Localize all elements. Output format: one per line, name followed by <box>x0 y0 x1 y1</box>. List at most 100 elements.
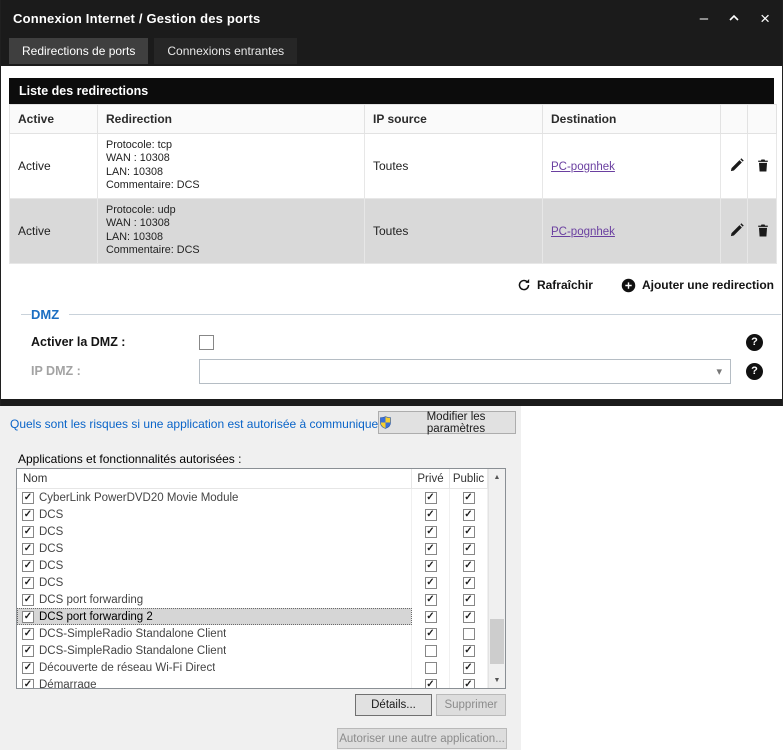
close-icon[interactable]: × <box>760 10 770 27</box>
app-name: CyberLink PowerDVD20 Movie Module <box>39 491 239 504</box>
minimize-icon[interactable]: – <box>700 11 708 26</box>
col-nom[interactable]: Nom <box>17 469 412 488</box>
public-cell <box>450 506 488 523</box>
pencil-icon <box>730 158 744 172</box>
app-name-cell[interactable]: DCS <box>17 523 412 540</box>
public-checkbox[interactable] <box>462 678 475 688</box>
app-checkbox[interactable] <box>22 661 34 674</box>
router-window: Connexion Internet / Gestion des ports –… <box>0 0 783 406</box>
dmz-ip-combobox[interactable]: ▾ <box>199 358 731 384</box>
add-redirection-button[interactable]: Ajouter une redirection <box>621 278 774 293</box>
refresh-icon <box>517 278 531 292</box>
details-button[interactable]: Détails... <box>355 694 432 716</box>
col-public[interactable]: Public <box>450 469 488 488</box>
public-checkbox[interactable] <box>462 644 475 657</box>
dmz-legend: DMZ <box>31 306 60 322</box>
app-row[interactable]: Démarrage <box>17 676 488 688</box>
dmz-enable-checkbox[interactable] <box>199 334 214 350</box>
app-row[interactable]: CyberLink PowerDVD20 Movie Module <box>17 489 488 506</box>
app-name-cell[interactable]: DCS-SimpleRadio Standalone Client <box>17 642 412 659</box>
refresh-button[interactable]: Rafraîchir <box>517 278 593 293</box>
app-checkbox[interactable] <box>22 508 34 521</box>
scroll-down-icon[interactable]: ▼ <box>489 672 505 688</box>
tab-redirections-de-ports[interactable]: Redirections de ports <box>9 38 149 64</box>
public-checkbox[interactable] <box>462 508 475 521</box>
app-checkbox[interactable] <box>22 593 34 606</box>
app-checkbox[interactable] <box>22 491 34 504</box>
app-row[interactable]: Découverte de réseau Wi-Fi Direct <box>17 659 488 676</box>
scroll-up-icon[interactable]: ▲ <box>489 469 505 485</box>
app-name-cell[interactable]: Démarrage <box>17 676 412 688</box>
app-name-cell[interactable]: DCS port forwarding 2 <box>17 608 412 625</box>
app-checkbox[interactable] <box>22 542 34 555</box>
allow-other-app-button[interactable]: Autoriser une autre application... <box>337 728 507 749</box>
app-checkbox[interactable] <box>22 644 34 657</box>
private-checkbox[interactable] <box>424 559 437 572</box>
app-row[interactable]: DCS port forwarding <box>17 591 488 608</box>
app-name-cell[interactable]: CyberLink PowerDVD20 Movie Module <box>17 489 412 506</box>
app-row[interactable]: DCS port forwarding 2 <box>17 608 488 625</box>
edit-button[interactable] <box>720 197 748 264</box>
private-checkbox[interactable] <box>424 627 437 640</box>
public-checkbox[interactable] <box>462 542 475 555</box>
help-icon[interactable]: ? <box>746 362 763 380</box>
col-prive[interactable]: Privé <box>412 469 450 488</box>
app-name-cell[interactable]: DCS-SimpleRadio Standalone Client <box>17 625 412 642</box>
app-name-cell[interactable]: DCS <box>17 574 412 591</box>
app-checkbox[interactable] <box>22 576 34 589</box>
remove-button[interactable]: Supprimer <box>436 694 506 716</box>
app-checkbox[interactable] <box>22 678 34 688</box>
dmz-enable-row: Activer la DMZ : ? <box>31 333 771 351</box>
app-row[interactable]: DCS <box>17 557 488 574</box>
maximize-icon[interactable] <box>728 12 740 24</box>
scrollbar-thumb[interactable] <box>490 619 504 664</box>
public-checkbox[interactable] <box>462 661 475 674</box>
public-checkbox[interactable] <box>462 593 475 606</box>
private-checkbox[interactable] <box>424 593 437 606</box>
private-checkbox[interactable] <box>424 678 437 688</box>
change-settings-button[interactable]: Modifier les paramètres <box>378 411 516 435</box>
app-row[interactable]: DCS <box>17 523 488 540</box>
app-checkbox[interactable] <box>22 525 34 538</box>
firewall-help-link[interactable]: Quels sont les risques si une applicatio… <box>10 417 392 431</box>
destination-link[interactable]: PC-pognhek <box>551 226 615 238</box>
public-checkbox[interactable] <box>462 576 475 589</box>
help-icon[interactable]: ? <box>746 333 763 351</box>
app-row[interactable]: DCS-SimpleRadio Standalone Client <box>17 642 488 659</box>
private-checkbox[interactable] <box>424 525 437 538</box>
app-name-cell[interactable]: DCS <box>17 540 412 557</box>
edit-button[interactable] <box>720 133 748 199</box>
private-checkbox[interactable] <box>424 491 437 504</box>
destination-link[interactable]: PC-pognhek <box>551 161 615 173</box>
app-row[interactable]: DCS-SimpleRadio Standalone Client <box>17 625 488 642</box>
private-checkbox[interactable] <box>424 644 437 657</box>
app-row[interactable]: DCS <box>17 506 488 523</box>
delete-button[interactable] <box>747 133 777 199</box>
vertical-scrollbar[interactable]: ▲ ▼ <box>488 469 505 688</box>
app-name-cell[interactable]: DCS port forwarding <box>17 591 412 608</box>
col-ip-source: IP source <box>364 104 543 134</box>
private-checkbox[interactable] <box>424 661 437 674</box>
private-checkbox[interactable] <box>424 576 437 589</box>
public-checkbox[interactable] <box>462 627 475 640</box>
public-checkbox[interactable] <box>462 610 475 623</box>
app-checkbox[interactable] <box>22 559 34 572</box>
public-checkbox[interactable] <box>462 525 475 538</box>
tab-connexions-entrantes[interactable]: Connexions entrantes <box>154 38 298 64</box>
app-checkbox[interactable] <box>22 610 34 623</box>
app-row[interactable]: DCS <box>17 574 488 591</box>
window-controls: – × <box>700 10 770 27</box>
app-checkbox[interactable] <box>22 627 34 640</box>
private-checkbox[interactable] <box>424 508 437 521</box>
public-checkbox[interactable] <box>462 559 475 572</box>
public-checkbox[interactable] <box>462 491 475 504</box>
redirection-cell: Protocole: udp WAN : 10308 LAN: 10308 Comme… <box>97 197 365 264</box>
delete-button[interactable] <box>747 197 777 264</box>
app-name-cell[interactable]: Découverte de réseau Wi-Fi Direct <box>17 659 412 676</box>
window-bottom-edge <box>1 399 782 406</box>
app-row[interactable]: DCS <box>17 540 488 557</box>
app-name-cell[interactable]: DCS <box>17 506 412 523</box>
app-name-cell[interactable]: DCS <box>17 557 412 574</box>
private-checkbox[interactable] <box>424 610 437 623</box>
private-checkbox[interactable] <box>424 542 437 555</box>
